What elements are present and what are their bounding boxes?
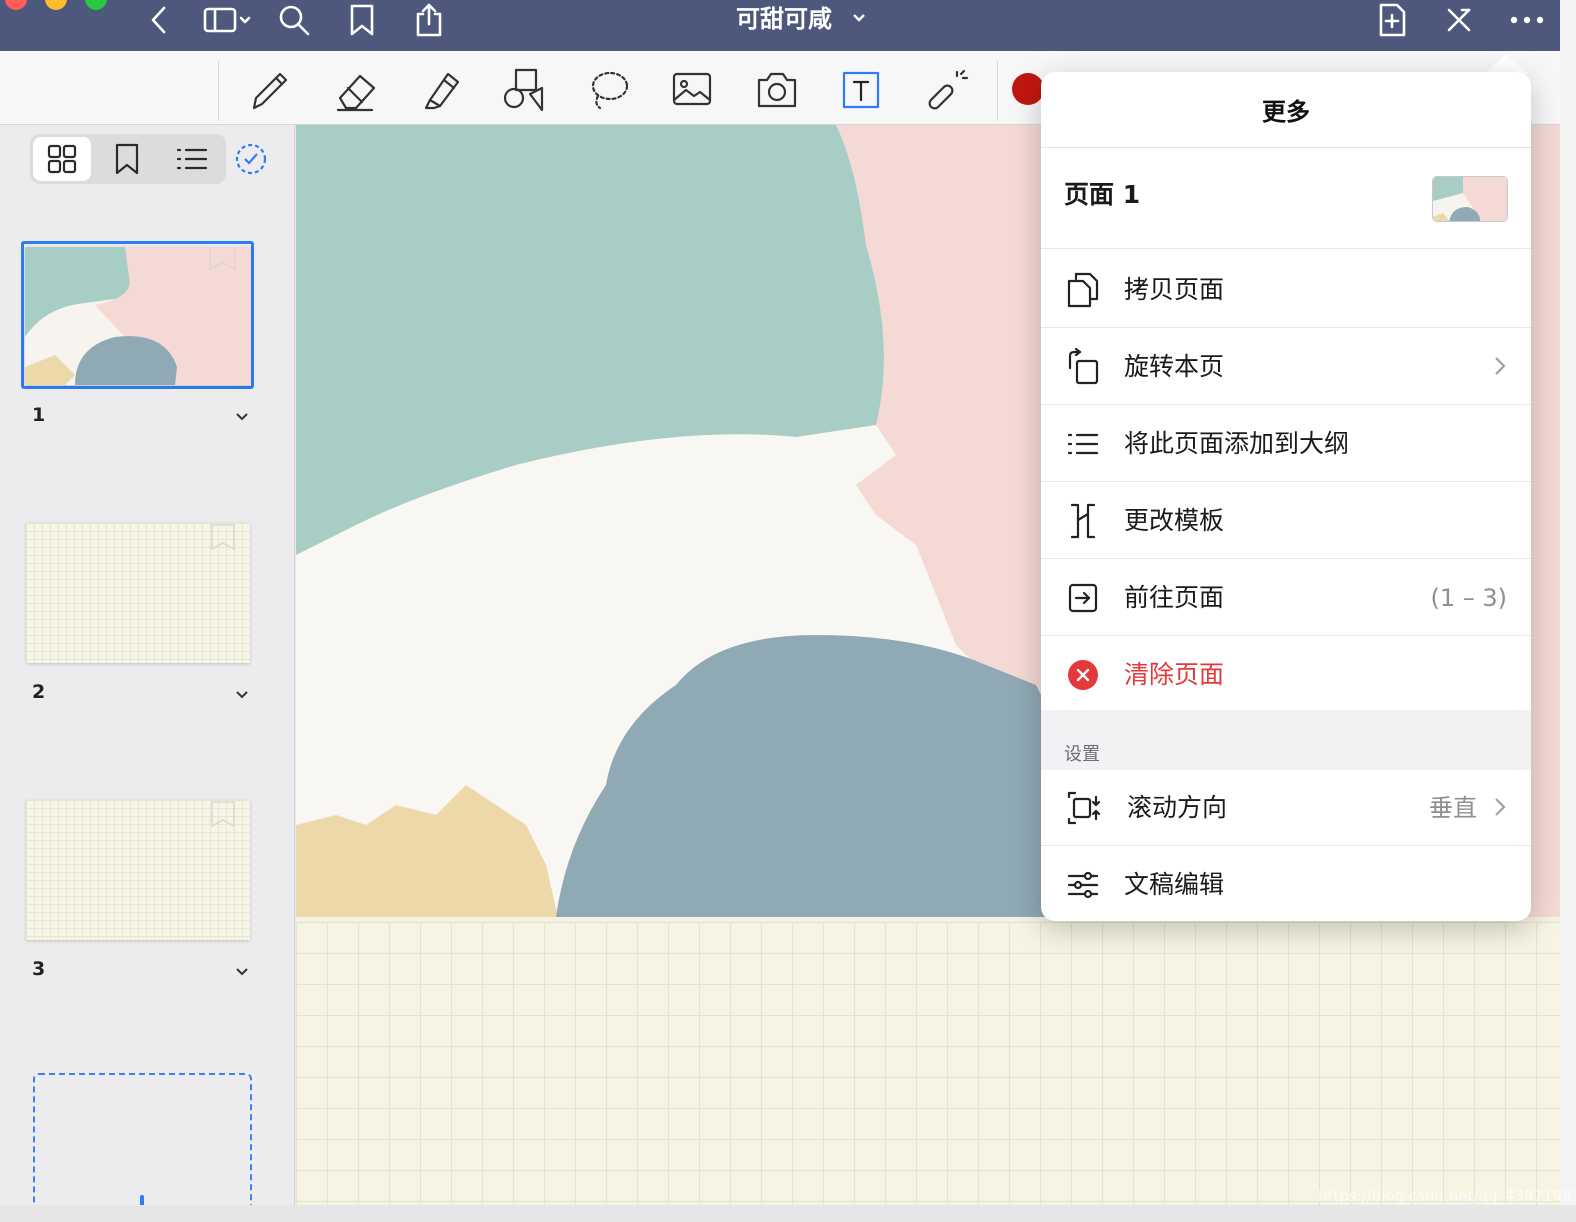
copy-page-row[interactable]: 拷贝页面 — [1041, 252, 1531, 328]
toolbar-divider — [218, 61, 219, 121]
pen-icon[interactable] — [244, 64, 296, 116]
title-chevron-down-icon[interactable] — [852, 8, 866, 32]
go-to-page-label: 前往页面 — [1124, 583, 1225, 612]
back-chevron-icon[interactable] — [145, 2, 173, 38]
lasso-icon[interactable] — [582, 64, 634, 116]
page-thumbnail-2[interactable] — [26, 523, 250, 663]
thumbnail-bookmark-icon — [211, 524, 235, 551]
highlighter-icon[interactable] — [414, 64, 466, 116]
thumbnails-grid-icon[interactable] — [33, 137, 91, 181]
page-number: 3 — [32, 958, 46, 980]
add-to-outline-row[interactable]: 将此页面添加到大纲 — [1041, 406, 1531, 482]
scroll-direction-icon — [1063, 788, 1103, 828]
document-edit-row[interactable]: 文稿编辑 — [1041, 847, 1531, 921]
rotate-page-icon — [1063, 347, 1103, 387]
toolbar-divider — [997, 61, 998, 121]
bookmark-icon[interactable] — [345, 2, 379, 38]
window-bottom-edge — [0, 1205, 1576, 1222]
go-to-page-icon — [1063, 578, 1103, 618]
rotate-page-label: 旋转本页 — [1124, 352, 1225, 381]
popover-arrow — [1484, 54, 1528, 74]
page-thumbnail-1[interactable] — [25, 247, 251, 385]
window-edge — [1560, 0, 1576, 1222]
add-page-icon[interactable] — [1374, 2, 1410, 38]
outline-list-icon[interactable] — [163, 137, 221, 181]
change-template-row[interactable]: 更改模板 — [1041, 483, 1531, 559]
add-page-placeholder[interactable] — [33, 1073, 252, 1213]
minimize-window-button[interactable] — [45, 0, 67, 10]
document-title[interactable]: 可甜可咸 — [736, 2, 832, 36]
bookmarks-icon[interactable] — [98, 137, 156, 181]
scroll-direction-value: 垂直 — [1429, 794, 1477, 822]
more-icon[interactable] — [1507, 2, 1547, 38]
thumbnail-art-1 — [25, 247, 251, 385]
scroll-direction-row[interactable]: 滚动方向 垂直 — [1041, 770, 1531, 846]
more-popover: 更多 页面 1 拷贝页面 旋转本页 将此页面添加到大纲 更改模板 前往页面 (1… — [1041, 72, 1531, 921]
close-window-button[interactable] — [5, 0, 27, 10]
zoom-window-button[interactable] — [85, 0, 107, 10]
page-options-chevron-icon[interactable] — [235, 407, 249, 426]
goodnotes-window: 可甜可咸 1 2 3 https://blog.csdn.net/qq_4387… — [0, 0, 1576, 1222]
page-number: 1 — [32, 404, 46, 426]
document-edit-icon — [1063, 865, 1103, 905]
page-thumbnail-3[interactable] — [26, 800, 250, 940]
eraser-icon[interactable] — [330, 64, 382, 116]
sidebar-view-switcher — [30, 134, 226, 184]
close-edit-icon[interactable] — [1442, 2, 1476, 38]
change-template-icon — [1063, 501, 1103, 541]
current-color-swatch[interactable] — [1012, 73, 1044, 105]
copy-page-label: 拷贝页面 — [1124, 275, 1225, 304]
rotate-page-row[interactable]: 旋转本页 — [1041, 329, 1531, 405]
page-number: 2 — [32, 681, 46, 703]
current-page-label: 页面 1 — [1064, 180, 1141, 209]
clear-page-icon — [1063, 655, 1103, 695]
clear-page-label: 清除页面 — [1124, 660, 1225, 689]
page-range-value: (1 – 3) — [1430, 584, 1507, 612]
chevron-right-icon — [1493, 355, 1507, 381]
title-bar: 可甜可咸 — [0, 0, 1560, 51]
scroll-direction-label: 滚动方向 — [1127, 793, 1228, 822]
image-icon[interactable] — [666, 64, 718, 116]
settings-header-label: 设置 — [1064, 744, 1100, 765]
watermark-text: https://blog.csdn.net/qq_43871995 — [1318, 1187, 1576, 1205]
popover-title: 更多 — [1041, 72, 1531, 148]
shapes-icon[interactable] — [498, 64, 550, 116]
go-to-page-row[interactable]: 前往页面 (1 – 3) — [1041, 560, 1531, 636]
page-2-grid[interactable] — [296, 922, 1560, 1205]
outline-add-icon — [1063, 424, 1103, 464]
select-pages-icon[interactable] — [234, 142, 268, 180]
copy-page-icon — [1063, 270, 1103, 310]
page-options-chevron-icon[interactable] — [235, 962, 249, 981]
change-template-label: 更改模板 — [1124, 506, 1225, 535]
document-edit-label: 文稿编辑 — [1124, 870, 1225, 899]
laser-pointer-icon[interactable] — [919, 64, 971, 116]
thumbnail-bookmark-icon — [211, 801, 235, 828]
settings-section-header: 设置 — [1041, 710, 1531, 770]
clear-page-row[interactable]: 清除页面 — [1041, 637, 1531, 713]
share-icon[interactable] — [411, 2, 447, 38]
textbox-icon[interactable] — [835, 64, 887, 116]
page-options-chevron-icon[interactable] — [235, 685, 249, 704]
camera-icon[interactable] — [751, 64, 803, 116]
page-sidebar: 1 2 3 — [0, 125, 295, 1213]
current-page-thumbnail — [1432, 176, 1508, 222]
chevron-right-icon — [1493, 796, 1507, 822]
add-to-outline-label: 将此页面添加到大纲 — [1124, 429, 1350, 458]
search-icon[interactable] — [276, 2, 312, 38]
sidebar-toggle-icon[interactable] — [202, 2, 252, 38]
